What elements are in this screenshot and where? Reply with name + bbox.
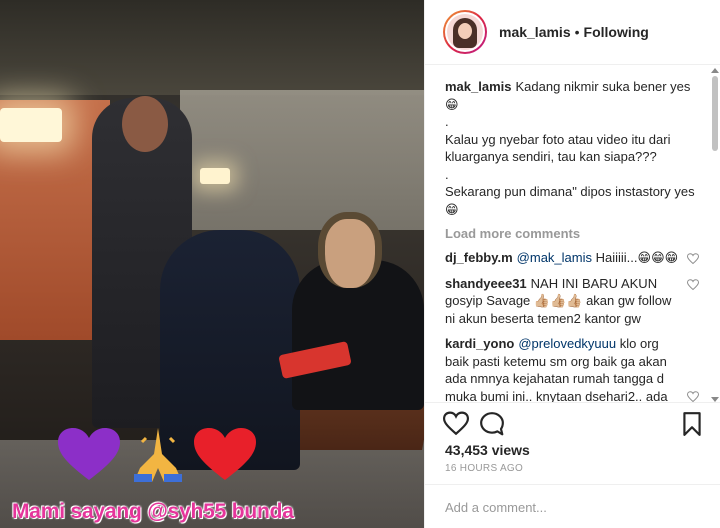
comment-username-link[interactable]: kardi_yono xyxy=(445,336,514,351)
video-scene-ceiling xyxy=(0,0,424,95)
comment-mention-link[interactable]: @mak_lamis xyxy=(517,250,592,265)
video-scene-person-head xyxy=(122,96,168,152)
bookmark-icon[interactable] xyxy=(679,411,705,437)
post-caption: mak_lamis Kadang nikmir suka bener yes 😁 … xyxy=(445,78,707,218)
comment-mention-link[interactable]: @prelovedkyuuu xyxy=(518,336,616,351)
avatar[interactable] xyxy=(443,10,487,54)
comments-scrollbar[interactable] xyxy=(711,68,719,402)
comments-list[interactable]: mak_lamis Kadang nikmir suka bener yes 😁 … xyxy=(425,66,720,402)
red-heart-icon xyxy=(194,428,256,480)
video-scene-person-head xyxy=(318,212,382,288)
avatar-image xyxy=(445,12,485,52)
view-count[interactable]: 43,453 views xyxy=(445,442,530,458)
caption-username-link[interactable]: mak_lamis xyxy=(445,79,512,94)
caption-line: Kalau yg nyebar foto atau video itu dari… xyxy=(445,131,671,165)
caption-line: Sekarang pun dimana" dipos instastory ye… xyxy=(445,184,695,199)
post-header: mak_lamis • Following xyxy=(425,0,720,65)
caption-line: Kadang nikmir suka bener yes xyxy=(515,79,691,94)
add-comment-input[interactable] xyxy=(445,497,695,517)
header-separator: • xyxy=(574,24,580,40)
scroll-up-arrow[interactable] xyxy=(711,68,719,73)
comment-item: dj_febby.m @mak_lamis Haiiiii...😁😁😁 xyxy=(445,249,707,267)
avatar-face xyxy=(458,23,472,39)
post-timestamp[interactable]: 16 HOURS AGO xyxy=(445,463,523,474)
comment-bubble-icon[interactable] xyxy=(479,411,505,437)
like-comment-heart-icon[interactable] xyxy=(687,391,699,402)
like-heart-icon[interactable] xyxy=(443,411,469,437)
comment-item: shandyeee31 NAH INI BARU AKUN gosyip Sava… xyxy=(445,275,707,328)
caption-line: 😁 xyxy=(445,201,459,217)
purple-heart-icon xyxy=(58,428,120,480)
load-more-comments-button[interactable]: Load more comments xyxy=(445,226,707,241)
praying-hands-icon xyxy=(134,424,182,482)
video-player[interactable]: Mami sayang @syh55 bunda xyxy=(0,0,424,528)
comment-text: Haiiiii...😁😁😁 xyxy=(595,250,679,265)
sticker-emoji-row xyxy=(58,424,298,484)
caption-line: . xyxy=(445,114,449,129)
like-comment-heart-icon[interactable] xyxy=(687,278,699,291)
scrollbar-thumb[interactable] xyxy=(712,76,718,151)
caption-line: . xyxy=(445,166,449,182)
video-scene-stone-wall xyxy=(180,90,424,230)
video-scene-lamp xyxy=(0,108,62,142)
comment-item: kardi_yono @prelovedkyuuu klo org baik pa… xyxy=(445,335,707,402)
post-actions-bar xyxy=(425,402,720,442)
add-comment-section xyxy=(425,484,720,528)
comment-username-link[interactable]: dj_febby.m xyxy=(445,250,513,265)
comment-username-link[interactable]: shandyeee31 xyxy=(445,276,527,291)
video-scene-lamp xyxy=(200,168,230,184)
following-button[interactable]: Following xyxy=(584,24,649,40)
like-comment-heart-icon[interactable] xyxy=(687,253,699,265)
header-username-link[interactable]: mak_lamis xyxy=(499,24,571,40)
caption-line: 😁 xyxy=(445,96,459,112)
post-side-panel: mak_lamis • Following mak_lamis Kadang ni… xyxy=(424,0,720,528)
story-text-overlay: Mami sayang @syh55 bunda xyxy=(12,500,294,523)
